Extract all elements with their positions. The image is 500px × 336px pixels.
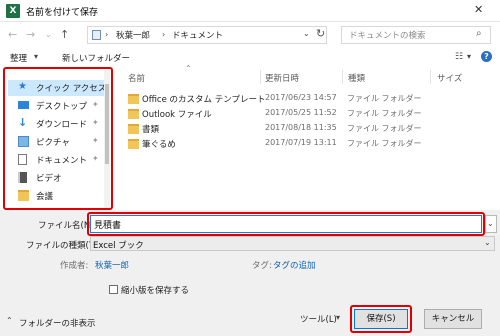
save-button[interactable]: 保存(S)	[354, 309, 408, 329]
column-size[interactable]: サイズ	[437, 72, 462, 84]
column-modified[interactable]: 更新日時	[265, 72, 299, 84]
file-row[interactable]: 筆ぐるめ 2017/07/19 13:11 ファイル フォルダー	[124, 137, 424, 151]
file-type: ファイル フォルダー	[347, 94, 422, 103]
folder-icon	[128, 124, 139, 134]
file-name: Outlook ファイル	[142, 110, 212, 120]
author-label: 作成者:	[60, 261, 89, 271]
search-icon[interactable]: ⌕	[476, 28, 482, 39]
location-icon	[92, 30, 101, 40]
tags-label: タグ:	[252, 261, 272, 271]
column-divider[interactable]	[342, 70, 343, 84]
filetype-value: Excel ブック	[93, 241, 144, 251]
close-icon[interactable]: ✕	[474, 3, 483, 16]
breadcrumb-separator-icon: ›	[162, 30, 166, 39]
excel-app-icon: X	[6, 4, 20, 18]
view-dropdown-icon[interactable]: ▾	[467, 52, 471, 61]
file-name: 書類	[142, 125, 160, 135]
breadcrumb-user[interactable]: 秋葉一郎	[116, 29, 150, 41]
column-name[interactable]: 名前	[128, 72, 145, 84]
history-chevron-icon[interactable]: ⌄	[45, 30, 52, 39]
column-divider[interactable]	[260, 70, 261, 84]
file-row[interactable]: 書類 2017/08/18 11:35 ファイル フォルダー	[124, 122, 424, 136]
breadcrumb-separator-icon: ›	[105, 30, 109, 39]
file-type: ファイル フォルダー	[347, 109, 422, 118]
organize-button[interactable]: 整理	[10, 52, 27, 64]
author-value[interactable]: 秋葉一郎	[95, 259, 129, 271]
file-type: ファイル フォルダー	[347, 124, 422, 133]
search-placeholder: ドキュメントの検索	[349, 31, 426, 41]
tools-button[interactable]: ツール(L)	[300, 313, 337, 325]
cancel-button[interactable]: キャンセル	[424, 309, 482, 329]
column-divider[interactable]	[430, 70, 431, 84]
folder-icon	[128, 139, 139, 149]
organize-dropdown-icon[interactable]: ▾	[34, 52, 38, 61]
file-row[interactable]: Outlook ファイル 2017/05/25 11:52 ファイル フォルダー	[124, 107, 424, 121]
address-dropdown-icon[interactable]: ⌄	[303, 29, 310, 38]
chevron-down-icon[interactable]: ⌄	[484, 238, 491, 247]
column-type[interactable]: 種類	[348, 72, 365, 84]
thumbnail-checkbox[interactable]	[109, 285, 118, 294]
forward-arrow-icon[interactable]: →	[26, 28, 35, 41]
file-row[interactable]: Office のカスタム テンプレート 2017/06/23 14:57 ファイ…	[124, 92, 424, 106]
help-icon[interactable]: ?	[481, 51, 492, 62]
sidebar-highlight-box	[3, 67, 113, 210]
breadcrumb-documents[interactable]: ドキュメント	[172, 29, 223, 41]
chevron-down-icon[interactable]: ⌄	[487, 219, 494, 228]
refresh-icon[interactable]: ↻	[316, 27, 325, 40]
file-modified: 2017/08/18 11:35	[265, 123, 337, 132]
view-options-icon[interactable]: ☷	[455, 52, 463, 62]
new-folder-button[interactable]: 新しいフォルダー	[62, 52, 130, 64]
folder-icon	[128, 109, 139, 119]
back-arrow-icon[interactable]: ←	[8, 28, 17, 41]
file-modified: 2017/05/25 11:52	[265, 108, 337, 117]
filetype-select[interactable]	[90, 236, 495, 251]
file-modified: 2017/07/19 13:11	[265, 138, 337, 147]
file-name: 筆ぐるめ	[142, 140, 176, 150]
file-modified: 2017/06/23 14:57	[265, 93, 337, 102]
hide-folders-button[interactable]: フォルダーの非表示	[19, 317, 96, 329]
thumbnail-label[interactable]: 縮小版を保存する	[121, 284, 189, 296]
file-name: Office のカスタム テンプレート	[142, 95, 266, 105]
sort-caret-icon: ⌃	[185, 64, 192, 73]
collapse-chevron-icon[interactable]: ⌃	[6, 316, 13, 325]
folder-icon	[128, 94, 139, 104]
tools-dropdown-icon[interactable]: ▾	[336, 313, 340, 322]
filename-highlight-box	[87, 212, 485, 236]
file-type: ファイル フォルダー	[347, 139, 422, 148]
up-arrow-icon[interactable]: ↑	[60, 28, 69, 41]
window-title: 名前を付けて保存	[26, 8, 99, 18]
tags-add-link[interactable]: タグの追加	[273, 259, 316, 271]
